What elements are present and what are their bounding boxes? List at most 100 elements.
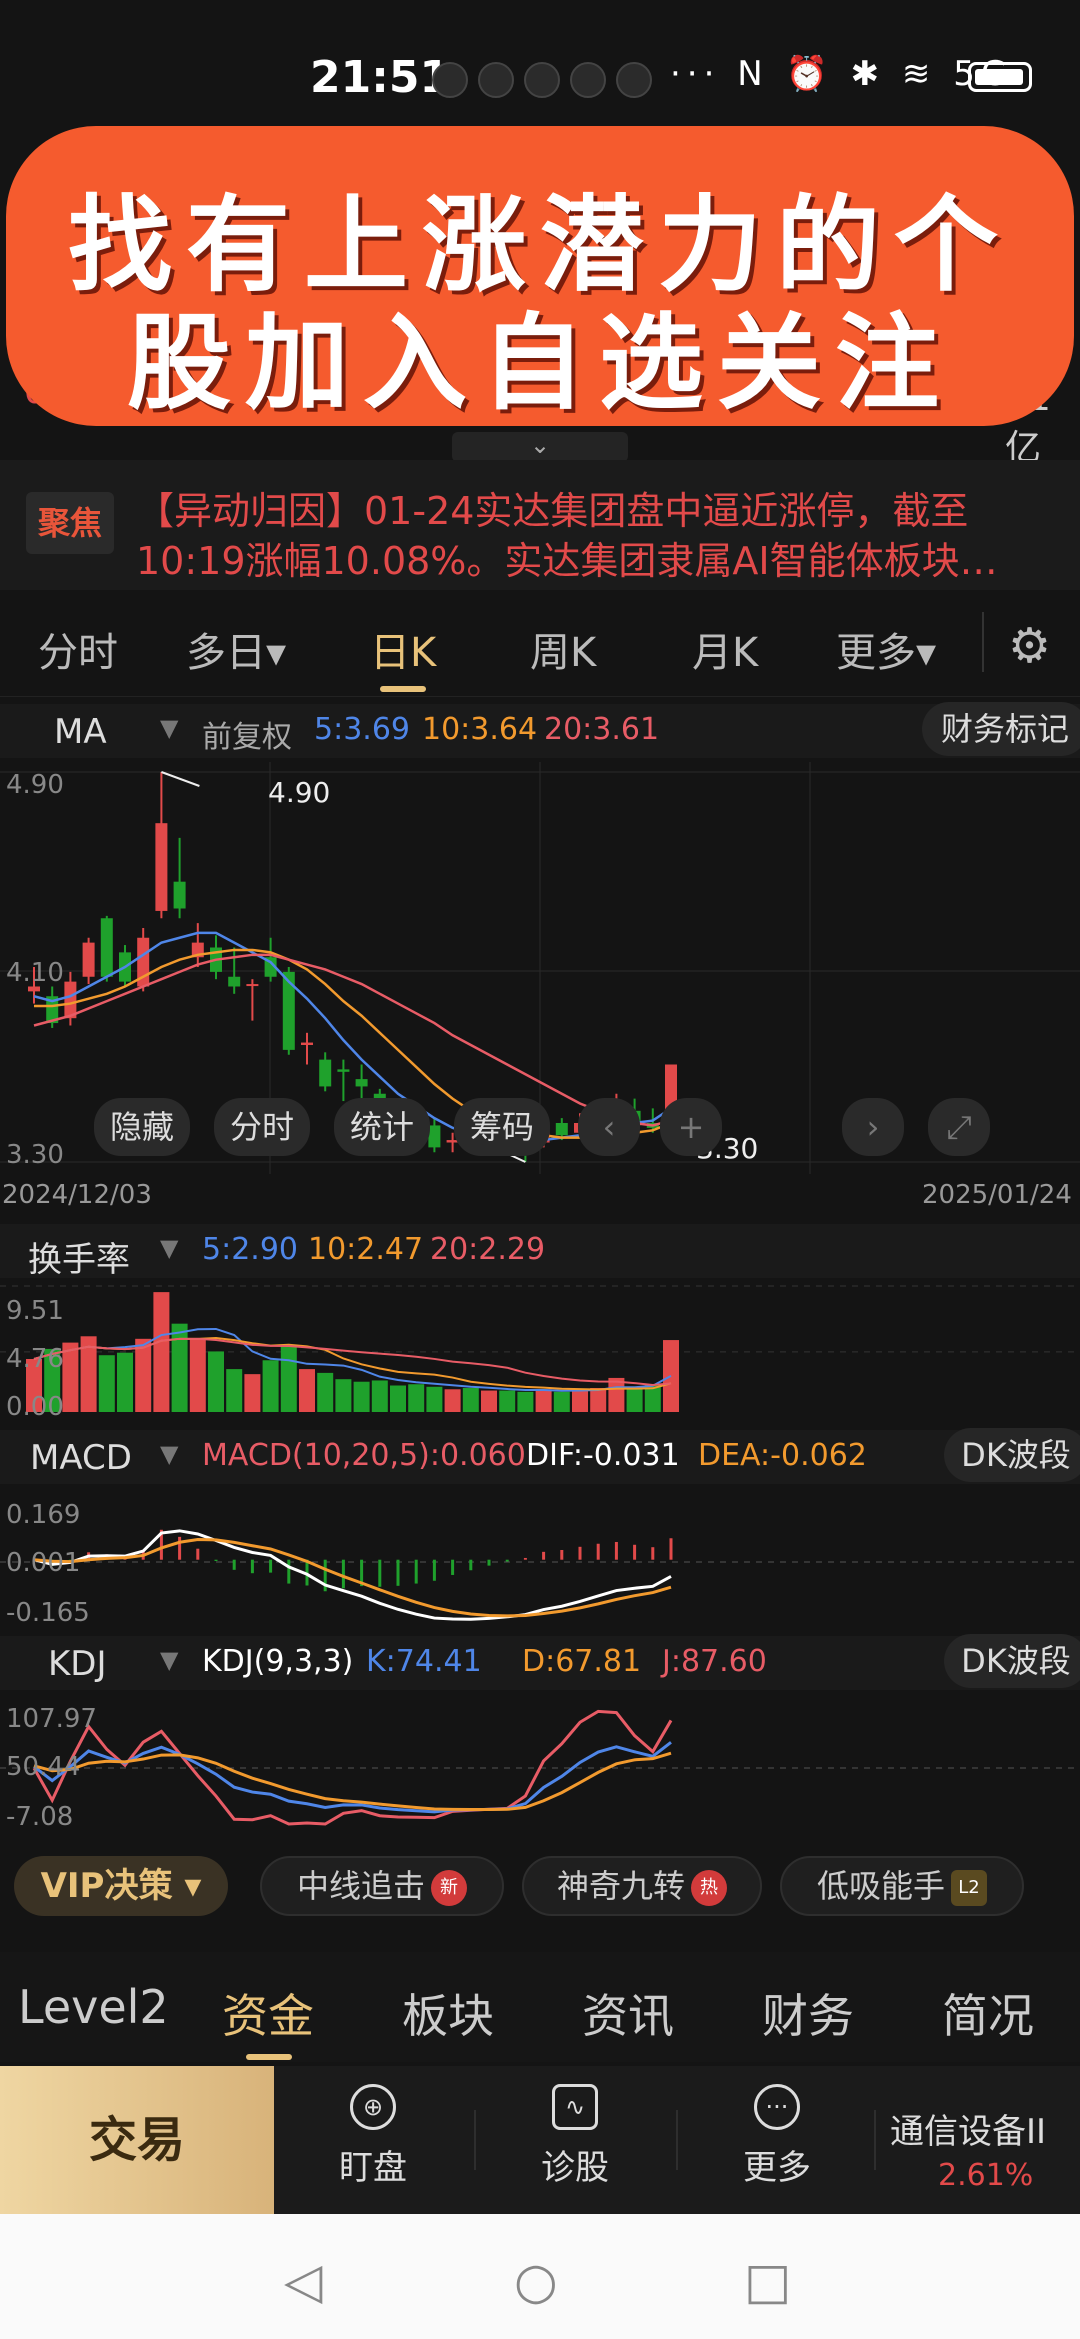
kdj-axis-bottom: -7.08 (6, 1802, 74, 1832)
tab-multiday[interactable]: 多日▾ (186, 620, 286, 678)
mid-term-chase-pill[interactable]: 中线追击新 (260, 1856, 504, 1916)
trade-button[interactable]: 交易 (0, 2066, 274, 2214)
turnover-bar (481, 1390, 497, 1412)
more-button[interactable]: ··· 更多 (702, 2084, 852, 2189)
macd-axis-mid: 0.001 (6, 1548, 81, 1578)
system-status-icons: ··· N ⏰ ✱ ≋ 5G (670, 54, 1014, 94)
candle-body (319, 1059, 332, 1087)
news-line-2[interactable]: 10:19涨幅10.08%。实达集团隶属AI智能体板块… (136, 530, 998, 585)
turnover-bar (535, 1389, 552, 1412)
ma-selector[interactable]: MA (54, 712, 107, 752)
notification-app-icon (432, 62, 468, 98)
statistics-button[interactable]: 统计 (334, 1098, 430, 1156)
kdj-d: D:67.81 (522, 1644, 642, 1679)
focus-tag: 聚焦 (26, 492, 114, 554)
divider (676, 2110, 678, 2170)
turnover-bar (517, 1391, 534, 1412)
turnover-bar (626, 1389, 643, 1412)
dk-band-button[interactable]: DK波段 (944, 1634, 1080, 1688)
tab-more[interactable]: 更多▾ (836, 620, 936, 678)
tab-intraday[interactable]: 分时 (38, 620, 118, 678)
tab-daily-k[interactable]: 日K (370, 620, 436, 678)
diagnose-button[interactable]: ∿ 诊股 (500, 2084, 650, 2189)
chevron-down-icon: ▼ (160, 1234, 179, 1262)
news-line-1[interactable]: 【异动归因】01-24实达集团盘中逼近涨停，截至 (136, 480, 968, 535)
chevron-right-icon[interactable]: › (842, 1098, 904, 1156)
tab-weekly-k[interactable]: 周K (530, 620, 596, 678)
magic-nine-label: 神奇九转 (556, 1867, 685, 1905)
macd-dif: DIF:-0.031 (526, 1438, 680, 1473)
tab-level2[interactable]: Level2 (18, 1980, 169, 2034)
kdj-selector[interactable]: KDJ (48, 1644, 107, 1684)
turnover-bar (335, 1379, 352, 1412)
candle-body (228, 976, 241, 987)
turnover-10: 10:2.47 (308, 1232, 424, 1267)
dk-band-button[interactable]: DK波段 (944, 1428, 1080, 1482)
finance-mark-button[interactable]: 财务标记 (922, 702, 1080, 756)
tab-sectors[interactable]: 板块 (402, 1980, 494, 2046)
turnover-bar (590, 1388, 607, 1412)
tab-news[interactable]: 资讯 (582, 1980, 674, 2046)
macd-selector[interactable]: MACD (30, 1438, 132, 1478)
crosshair-icon: ⊕ (350, 2084, 396, 2130)
chips-button[interactable]: 筹码 (454, 1098, 550, 1156)
collapse-handle[interactable]: ⌄ (452, 432, 628, 462)
kdj-k: K:74.41 (366, 1644, 482, 1679)
tab-profile[interactable]: 简况 (942, 1980, 1034, 2046)
y-axis-top: 4.90 (6, 770, 64, 800)
tab-funds[interactable]: 资金 (222, 1980, 314, 2046)
hide-button[interactable]: 隐藏 (94, 1098, 190, 1156)
turnover-bar (117, 1352, 133, 1412)
more-label: 更多 (743, 2148, 811, 2188)
low-buy-pill[interactable]: 低吸能手 L2 (780, 1856, 1024, 1916)
turnover-bar (426, 1386, 443, 1412)
diagnose-label: 诊股 (541, 2148, 609, 2188)
turnover-bar (153, 1292, 170, 1412)
turnover-axis-bottom: 0.00 (6, 1392, 64, 1422)
more-dots-icon: ··· (754, 2084, 800, 2130)
crosshair-icon[interactable]: + (660, 1098, 722, 1156)
magic-nine-pill[interactable]: 神奇九转热 (522, 1856, 762, 1916)
tab-monthly-k[interactable]: 月K (692, 620, 758, 678)
pulse-chart-icon: ∿ (552, 2084, 598, 2130)
turnover-chart (0, 1285, 1080, 1412)
new-badge: 新 (431, 1870, 467, 1906)
turnover-bar (208, 1351, 224, 1412)
back-icon[interactable]: ◁ (284, 2252, 322, 2310)
sector-name[interactable]: 通信设备II (890, 2104, 1046, 2153)
chevron-left-icon[interactable]: ‹ (578, 1098, 640, 1156)
turnover-bar (226, 1369, 243, 1412)
intraday-button[interactable]: 分时 (214, 1098, 310, 1156)
vip-decision-button[interactable]: VIP决策 ▾ (14, 1856, 228, 1916)
sector-change: 2.61% (938, 2158, 1034, 2193)
home-icon[interactable]: ○ (514, 2252, 558, 2310)
watch-label: 盯盘 (339, 2148, 407, 2188)
macd-axis-bottom: -0.165 (6, 1598, 90, 1628)
date-start: 2024/12/03 (2, 1180, 152, 1210)
tab-finance[interactable]: 财务 (762, 1980, 854, 2046)
gear-icon[interactable]: ⚙ (1008, 618, 1051, 674)
candle-body (555, 1123, 568, 1136)
candle-body (246, 984, 259, 987)
low-buy-label: 低吸能手 (816, 1867, 945, 1905)
chevron-down-icon: ▼ (160, 1646, 179, 1674)
candle-body (82, 942, 95, 977)
notification-app-icon (570, 62, 606, 98)
recent-apps-icon[interactable]: □ (744, 2252, 791, 2310)
adjust-mode[interactable]: 前复权 (202, 712, 292, 756)
turnover-bar (408, 1384, 425, 1412)
kdj-j: J:87.60 (662, 1644, 767, 1679)
turnover-bar (262, 1360, 279, 1412)
candle-body (301, 1042, 313, 1045)
fullscreen-icon[interactable]: ⤢ (928, 1098, 990, 1156)
macd-axis-top: 0.169 (6, 1500, 81, 1530)
turnover-selector[interactable]: 换手率 (28, 1232, 130, 1281)
kdj-axis-mid: 50.44 (6, 1752, 81, 1782)
kdj-chart (0, 1709, 1080, 1826)
watch-button[interactable]: ⊕ 盯盘 (298, 2084, 448, 2189)
turnover-bar (390, 1385, 406, 1412)
macd-dea: DEA:-0.062 (698, 1438, 867, 1473)
promo-banner-line2: 股加入自选关注 (126, 301, 953, 424)
turnover-bar (299, 1369, 315, 1412)
macd-params: MACD(10,20,5):0.060 (202, 1438, 526, 1473)
